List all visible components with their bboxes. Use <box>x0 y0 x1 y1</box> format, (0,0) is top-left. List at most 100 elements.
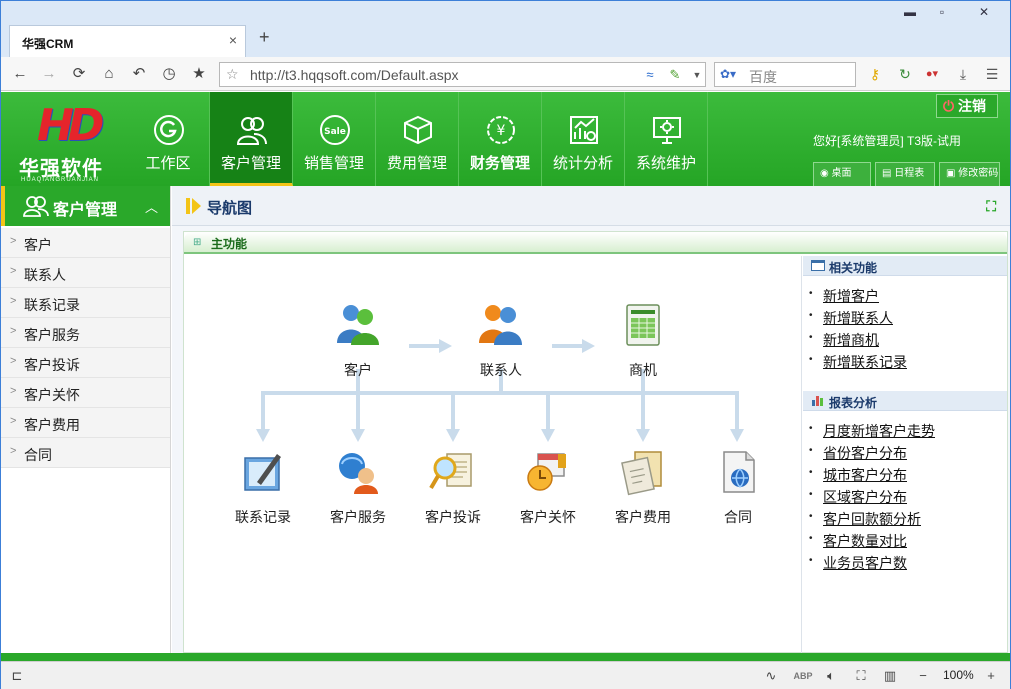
report-links: • 月度新增客户走势 • 省份客户分布 • 城市客户分布 • 区域客户分布 • 客户回款额分析 • 客… <box>803 411 1007 579</box>
sidebar-item[interactable]: > 客户关怀 <box>1 378 170 408</box>
forward-icon[interactable]: → <box>38 63 60 85</box>
function-link[interactable]: 新增联系人 <box>823 308 893 328</box>
function-link[interactable]: 新增联系记录 <box>823 352 907 372</box>
footer-strip <box>1 653 1010 661</box>
tab-close-icon[interactable]: × <box>229 32 237 48</box>
calendar-button[interactable]: ▤ 日程表 <box>875 162 935 186</box>
baidu-icon[interactable]: ✿▾ <box>720 67 736 81</box>
customer-expense-icon <box>621 451 662 496</box>
menu-icon[interactable]: ☰ <box>981 64 1003 86</box>
download-icon[interactable]: ⤓ <box>952 64 974 86</box>
sidebar-item[interactable]: > 客户 <box>1 228 170 258</box>
browser-tab[interactable]: 华强CRM × <box>9 25 246 57</box>
bullet-icon: • <box>809 555 813 566</box>
volume-icon[interactable]: 🔈︎ <box>821 667 841 685</box>
link-item: • 城市客户分布 <box>809 463 1007 485</box>
function-link[interactable]: 新增客户 <box>823 286 879 306</box>
node-contact[interactable]: 联系人 <box>456 301 546 380</box>
node-customer[interactable]: 客户 <box>313 301 403 380</box>
split-view-icon[interactable]: ▥ <box>880 667 900 685</box>
sync-icon[interactable]: ↻ <box>894 64 916 86</box>
sidebar-item-label: 客户费用 <box>24 417 80 433</box>
function-link[interactable]: 新增商机 <box>823 330 879 350</box>
chevron-right-icon: > <box>10 355 17 367</box>
main-nav-item-sales[interactable]: Sale 销售管理 <box>293 92 376 186</box>
yen-icon: ¥ <box>487 116 515 144</box>
notification-icon[interactable]: ●▾ <box>921 64 943 86</box>
node-opportunity[interactable]: 商机 <box>598 301 688 380</box>
main-nav-item-customer[interactable]: 客户管理 <box>210 92 293 186</box>
zoom-out-icon[interactable]: − <box>913 667 933 685</box>
main-nav-item-statistics[interactable]: 统计分析 <box>542 92 625 186</box>
proxy-icon[interactable]: ✎ <box>666 66 684 84</box>
node-contact-record[interactable]: 联系记录 <box>218 448 308 527</box>
window-close-icon[interactable]: ✕ <box>958 1 1010 23</box>
bullet-icon: • <box>809 467 813 478</box>
sidebar-item[interactable]: > 客户服务 <box>1 318 170 348</box>
node-customer-expense[interactable]: 客户费用 <box>598 448 688 527</box>
sidebar-header[interactable]: 客户管理 ︿ <box>1 186 170 226</box>
url-text[interactable]: http://t3.hqqsoft.com/Default.aspx <box>250 67 459 83</box>
browser-titlebar: 华强CRM × + ▬ ▫ ✕ <box>1 1 1010 57</box>
function-link[interactable]: 月度新增客户走势 <box>823 421 935 441</box>
url-dropdown-icon[interactable]: ▼ <box>688 66 706 84</box>
key-icon[interactable]: ⚷ <box>864 64 886 86</box>
capture-icon[interactable]: ⛶ <box>851 667 871 685</box>
function-link[interactable]: 业务员客户数 <box>823 553 907 573</box>
search-box[interactable]: ✿▾ 百度 <box>714 62 856 87</box>
link-item: • 新增商机 <box>809 328 1007 350</box>
sidebar-item[interactable]: > 联系人 <box>1 258 170 288</box>
function-link[interactable]: 省份客户分布 <box>823 443 907 463</box>
change-password-label: 修改密码 <box>958 168 999 179</box>
fullscreen-icon[interactable]: ⛶ <box>986 198 996 215</box>
main-nav-item-system[interactable]: 系统维护 <box>625 92 708 186</box>
node-customer-complaint[interactable]: 客户投诉 <box>408 448 498 527</box>
function-link[interactable]: 客户数量对比 <box>823 531 907 551</box>
restore-icon[interactable]: ▫ <box>926 1 958 23</box>
users-icon <box>23 196 49 217</box>
node-customer-service[interactable]: 客户服务 <box>313 448 403 527</box>
main-nav-item-expense[interactable]: 费用管理 <box>376 92 459 186</box>
node-contract[interactable]: 合同 <box>693 448 783 527</box>
browser-window: 华强CRM × + ▬ ▫ ✕ ← → ⟳ ⌂ ↶ ◷ ★ ☆ http://t… <box>0 0 1011 689</box>
adblock-icon[interactable]: ABP <box>793 667 813 685</box>
new-tab-button[interactable]: + <box>259 27 270 48</box>
browser-statusbar: ⊏ ∿ ABP 🔈︎ ⛶ ▥ − 100% + <box>1 661 1010 689</box>
tab-title: 华强CRM <box>22 37 74 51</box>
minimize-icon[interactable]: ▬ <box>894 1 926 23</box>
main-nav-item-workspace[interactable]: 工作区 <box>127 92 210 186</box>
main-nav-item-finance[interactable]: ¥ 财务管理 <box>459 92 542 186</box>
home-icon[interactable]: ⌂ <box>98 63 120 85</box>
sidebar-item[interactable]: > 合同 <box>1 438 170 468</box>
reload-icon[interactable]: ⟳ <box>68 63 90 85</box>
history-icon[interactable]: ◷ <box>158 63 180 85</box>
function-link[interactable]: 区域客户分布 <box>823 487 907 507</box>
chevron-up-icon[interactable]: ︿ <box>145 197 158 216</box>
sidebar-toggle-icon[interactable]: ⊏ <box>7 667 27 685</box>
bookmark-star-icon[interactable]: ☆ <box>226 66 239 83</box>
logout-button[interactable]: ⏻ 注销 <box>936 94 998 118</box>
sidebar-item[interactable]: > 客户投诉 <box>1 348 170 378</box>
link-item: • 新增联系人 <box>809 306 1007 328</box>
back-icon[interactable]: ← <box>9 63 31 85</box>
zoom-in-icon[interactable]: + <box>981 667 1001 685</box>
opportunity-icon <box>626 304 660 346</box>
search-input[interactable]: 百度 <box>749 67 777 87</box>
performance-icon[interactable]: ∿ <box>761 667 781 685</box>
sidebar-item[interactable]: > 联系记录 <box>1 288 170 318</box>
address-bar[interactable]: ☆ http://t3.hqqsoft.com/Default.aspx ≈ ✎… <box>219 62 706 87</box>
desktop-button[interactable]: ◉ 桌面 <box>813 162 871 186</box>
change-password-button[interactable]: ▣ 修改密码 <box>939 162 1000 186</box>
node-customer-care[interactable]: 客户关怀 <box>503 448 593 527</box>
undo-close-icon[interactable]: ↶ <box>128 63 150 85</box>
breadcrumb-arrow-icon <box>192 198 201 214</box>
main-function-panel: ⊞ 主功能 客户 联系人 商机 联系记录 客户服务 客户投诉 客户关怀 客户费用… <box>183 231 1008 654</box>
sidebar-item[interactable]: > 客户费用 <box>1 408 170 438</box>
mode-switch-icon[interactable]: ≈ <box>641 66 659 84</box>
browser-toolbar: ← → ⟳ ⌂ ↶ ◷ ★ ☆ http://t3.hqqsoft.com/De… <box>1 57 1010 91</box>
breadcrumb-marker <box>186 198 190 214</box>
function-link[interactable]: 客户回款额分析 <box>823 509 921 529</box>
function-link[interactable]: 城市客户分布 <box>823 465 907 485</box>
sidebar-item-label: 客户投诉 <box>24 357 80 373</box>
bookmarks-icon[interactable]: ★ <box>188 63 210 85</box>
